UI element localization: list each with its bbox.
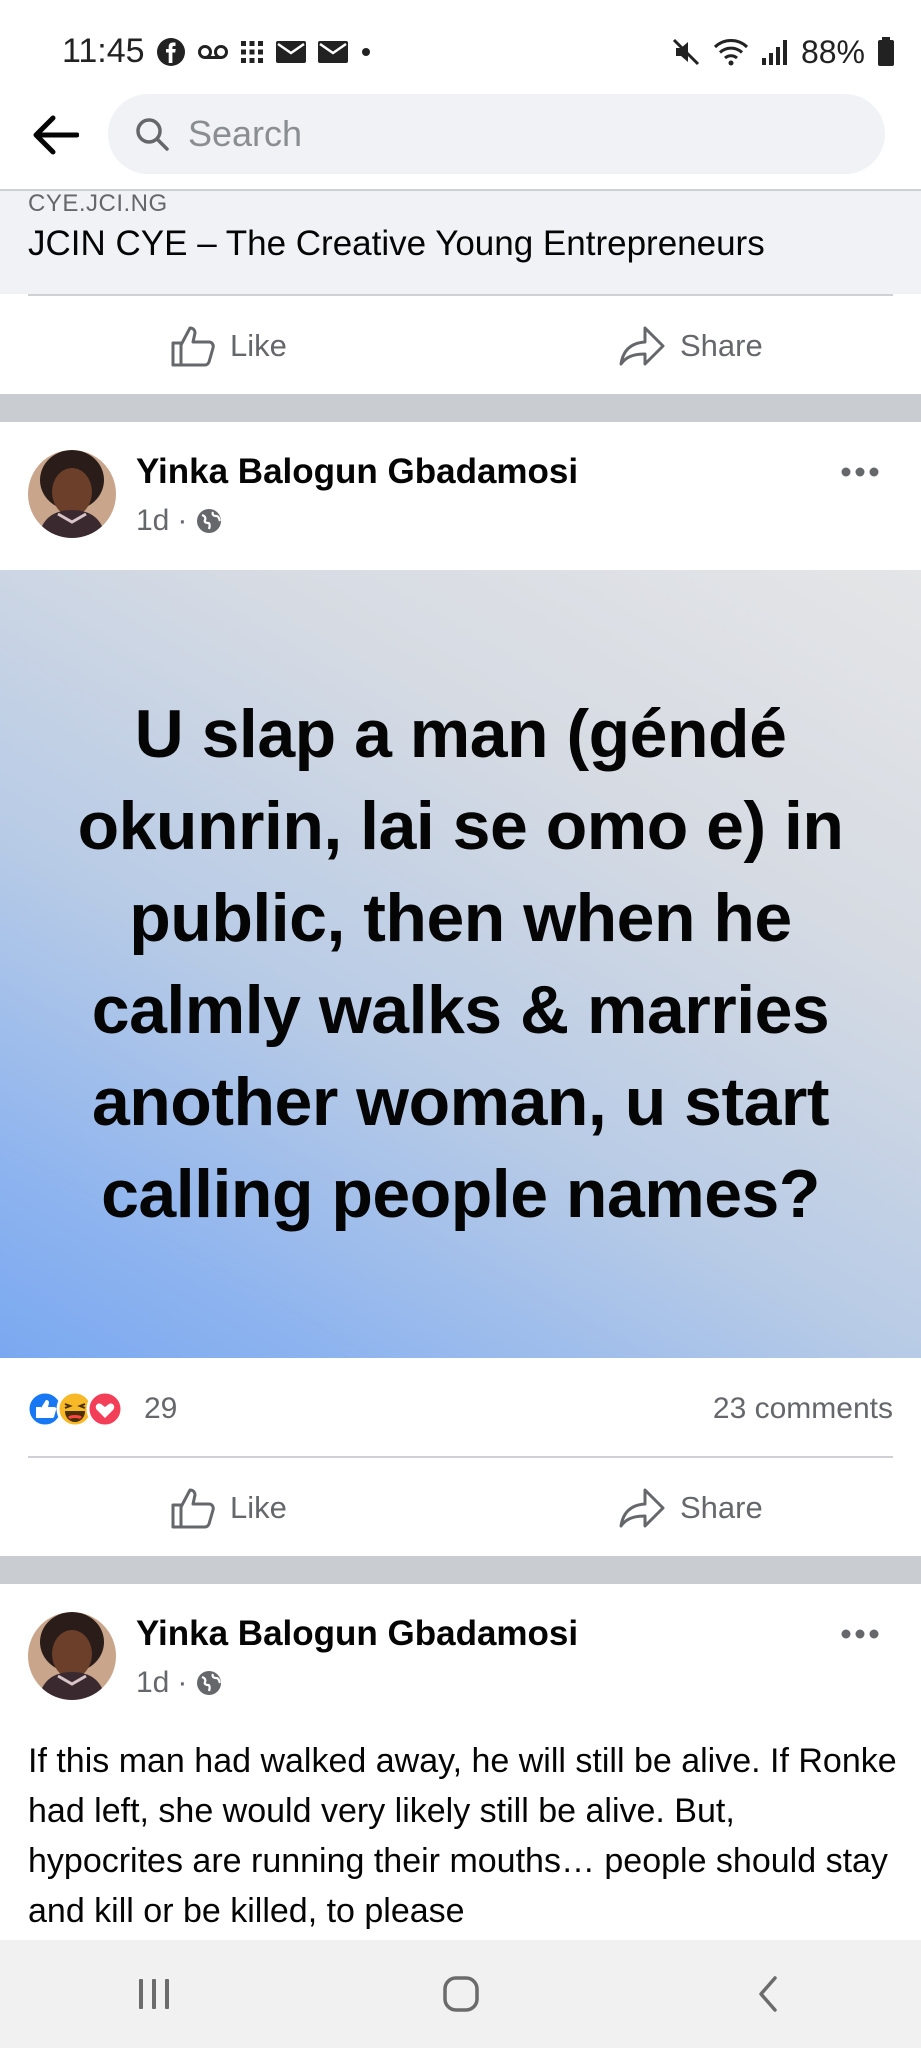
avatar[interactable] [28, 1612, 116, 1700]
share-button[interactable]: Share [618, 1460, 763, 1556]
post-meta: 1d · [136, 504, 223, 538]
like-label: Like [230, 328, 287, 363]
battery-icon [878, 37, 894, 66]
back-nav-button[interactable] [708, 1954, 828, 2034]
post-action-bar: Like Share [0, 298, 921, 394]
home-icon [442, 1976, 479, 2012]
avatar[interactable] [28, 450, 116, 538]
recent-apps-icon [138, 1979, 169, 2009]
like-button[interactable]: Like [170, 298, 287, 394]
more-icon [841, 467, 879, 477]
post-time[interactable]: 1d [136, 504, 169, 538]
avatar-photo [28, 450, 116, 538]
arrow-left-icon [33, 115, 79, 155]
post-action-bar: Like Share [0, 1460, 921, 1556]
wifi-icon [713, 39, 748, 66]
banner-text: U slap a man (géndé okunrin, lai se omo … [77, 696, 844, 1232]
share-icon [619, 326, 665, 366]
battery-percentage: 88% [800, 33, 865, 70]
reactions-divider [28, 1456, 893, 1458]
grid-icon [241, 41, 263, 63]
avatar-photo [28, 1612, 116, 1700]
signal-icon [761, 40, 787, 65]
post-banner[interactable]: U slap a man (géndé okunrin, lai se omo … [0, 570, 921, 1358]
more-icon [841, 1629, 879, 1639]
share-button[interactable]: Share [618, 298, 763, 394]
search-bar[interactable] [108, 94, 885, 174]
share-label: Share [680, 1490, 763, 1525]
chevron-left-icon [758, 1976, 777, 2012]
like-icon [171, 326, 215, 367]
reaction-icons[interactable] [26, 1390, 124, 1428]
more-options-button[interactable] [840, 1610, 880, 1649]
like-label: Like [230, 1490, 287, 1525]
reaction-count[interactable]: 29 [144, 1392, 177, 1426]
status-time: 11:45 [62, 32, 145, 70]
globe-icon [197, 1671, 222, 1695]
post-body-text: If this man had walked away, he will sti… [28, 1742, 897, 1930]
love-reaction-icon [86, 1390, 124, 1428]
comments-count[interactable]: 23 comments [713, 1392, 893, 1426]
meta-separator: · [177, 504, 188, 537]
globe-icon [197, 509, 222, 533]
post-time[interactable]: 1d [136, 1666, 169, 1700]
post-header [0, 422, 921, 570]
link-preview-divider [28, 294, 893, 296]
feed-separator [0, 394, 921, 422]
back-button[interactable] [26, 106, 84, 164]
feed-separator [0, 1556, 921, 1584]
status-system-icons: 88% [671, 32, 895, 72]
share-icon [619, 1488, 665, 1528]
mute-icon [672, 38, 700, 66]
post-author[interactable]: Yinka Balogun Gbadamosi [136, 1614, 578, 1654]
search-input[interactable] [186, 112, 830, 156]
link-title[interactable]: JCIN CYE – The Creative Young Entreprene… [28, 224, 765, 264]
more-options-button[interactable] [840, 448, 880, 487]
meta-separator: · [177, 1666, 188, 1699]
like-button[interactable]: Like [170, 1460, 287, 1556]
mail-icon [318, 41, 348, 63]
like-icon [171, 1488, 215, 1529]
post-meta: 1d · [136, 1666, 223, 1700]
system-nav-bar [0, 1940, 921, 2048]
recent-apps-button[interactable] [94, 1954, 214, 2034]
dot-icon [362, 48, 370, 56]
facebook-icon [157, 38, 185, 66]
status-notification-icons [156, 32, 372, 72]
link-domain: CYE.JCI.NG [28, 190, 168, 217]
search-icon [136, 118, 169, 151]
share-label: Share [680, 328, 763, 363]
mail-icon [276, 41, 306, 63]
post-author[interactable]: Yinka Balogun Gbadamosi [136, 452, 578, 492]
voicemail-icon [198, 45, 228, 59]
home-button[interactable] [401, 1954, 521, 2034]
